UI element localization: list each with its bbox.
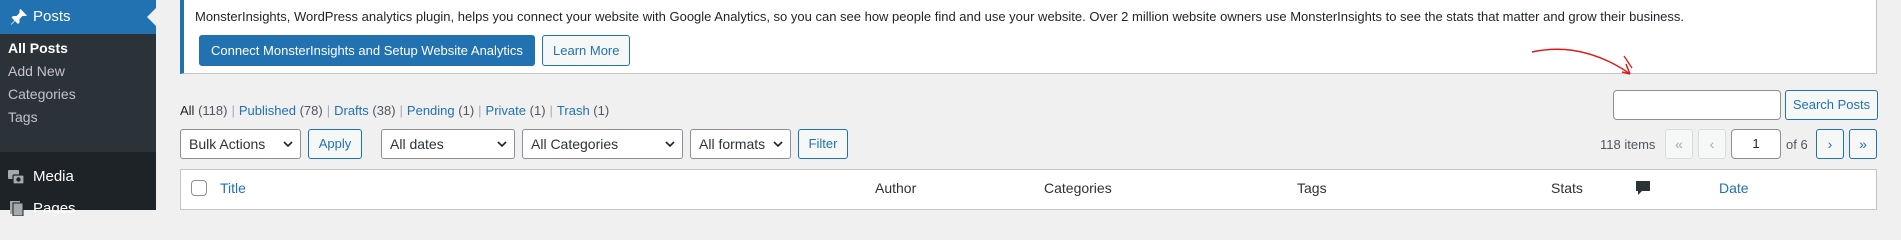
filter-all[interactable]: All [180,103,194,118]
table-divider [180,209,1877,210]
column-author: Author [875,180,917,196]
comment-bubble-icon[interactable] [1635,180,1651,196]
menu-media-label: Media [33,168,74,185]
filter-drafts[interactable]: Drafts [334,103,369,118]
filter-published-count: (78) [299,103,323,118]
admin-sidebar: Posts All Posts Add New Categories Tags … [0,0,156,217]
filter-pending[interactable]: Pending [407,103,455,118]
items-count: 118 items [1600,137,1656,152]
chevron-down-icon [773,141,783,148]
pushpin-icon [11,9,27,25]
column-tags: Tags [1297,180,1327,196]
filter-published[interactable]: Published [239,103,296,118]
bulk-actions-value: Bulk Actions [189,136,266,152]
submenu-categories[interactable]: Categories [8,86,76,102]
prev-page-button: ‹ [1698,129,1726,159]
first-page-button: « [1665,129,1693,159]
menu-posts-label: Posts [33,8,71,25]
media-icon [8,170,25,185]
categories-select[interactable]: All Categories [522,129,683,159]
menu-pages[interactable]: Pages [0,196,156,217]
submenu-tags[interactable]: Tags [8,109,38,125]
pages-icon [10,201,24,216]
filter-trash-count: (1) [593,103,610,118]
posts-submenu: All Posts Add New Categories Tags [0,34,156,152]
menu-pages-label: Pages [33,200,76,217]
submenu-add-new[interactable]: Add New [8,63,65,79]
apply-button[interactable]: Apply [308,129,362,159]
column-categories: Categories [1044,180,1112,196]
bulk-actions-select[interactable]: Bulk Actions [180,129,301,159]
dates-select[interactable]: All dates [381,129,515,159]
submenu-all-posts[interactable]: All Posts [8,40,68,56]
column-title[interactable]: Title [220,180,246,196]
select-all-checkbox[interactable] [191,180,207,196]
connect-monsterinsights-button[interactable]: Connect MonsterInsights and Setup Websit… [199,35,535,66]
dates-value: All dates [390,136,444,152]
learn-more-button[interactable]: Learn More [542,35,631,66]
status-filters: All (118) | Published (78) | Drafts (38) | Pen… [180,103,610,118]
next-page-button[interactable]: › [1816,129,1844,159]
last-page-button[interactable]: » [1849,129,1877,159]
annotation-arrow-icon [1531,48,1633,75]
column-stats: Stats [1551,180,1583,196]
chevron-down-icon [497,141,507,148]
column-date[interactable]: Date [1719,180,1749,196]
search-posts-input[interactable] [1613,90,1781,120]
menu-media[interactable]: Media [0,161,156,193]
menu-posts[interactable]: Posts [0,0,156,34]
filter-button[interactable]: Filter [798,129,848,159]
search-posts-button[interactable]: Search Posts [1785,90,1878,120]
filter-drafts-count: (38) [372,103,396,118]
filter-private[interactable]: Private [486,103,526,118]
chevron-down-icon [665,141,675,148]
filter-pending-count: (1) [458,103,475,118]
formats-value: All formats [699,136,766,152]
filter-all-count: (118) [198,103,228,118]
current-menu-arrow [147,8,156,26]
total-pages: of 6 [1786,137,1808,152]
filter-trash[interactable]: Trash [557,103,590,118]
posts-table-header: Title Author Categories Tags Stats Date [180,169,1877,210]
current-page-input[interactable]: 1 [1731,129,1781,159]
categories-value: All Categories [531,136,619,152]
notice-message: MonsterInsights, WordPress analytics plu… [195,9,1685,24]
filter-private-count: (1) [529,103,546,118]
chevron-down-icon [283,141,293,148]
formats-select[interactable]: All formats [690,129,791,159]
